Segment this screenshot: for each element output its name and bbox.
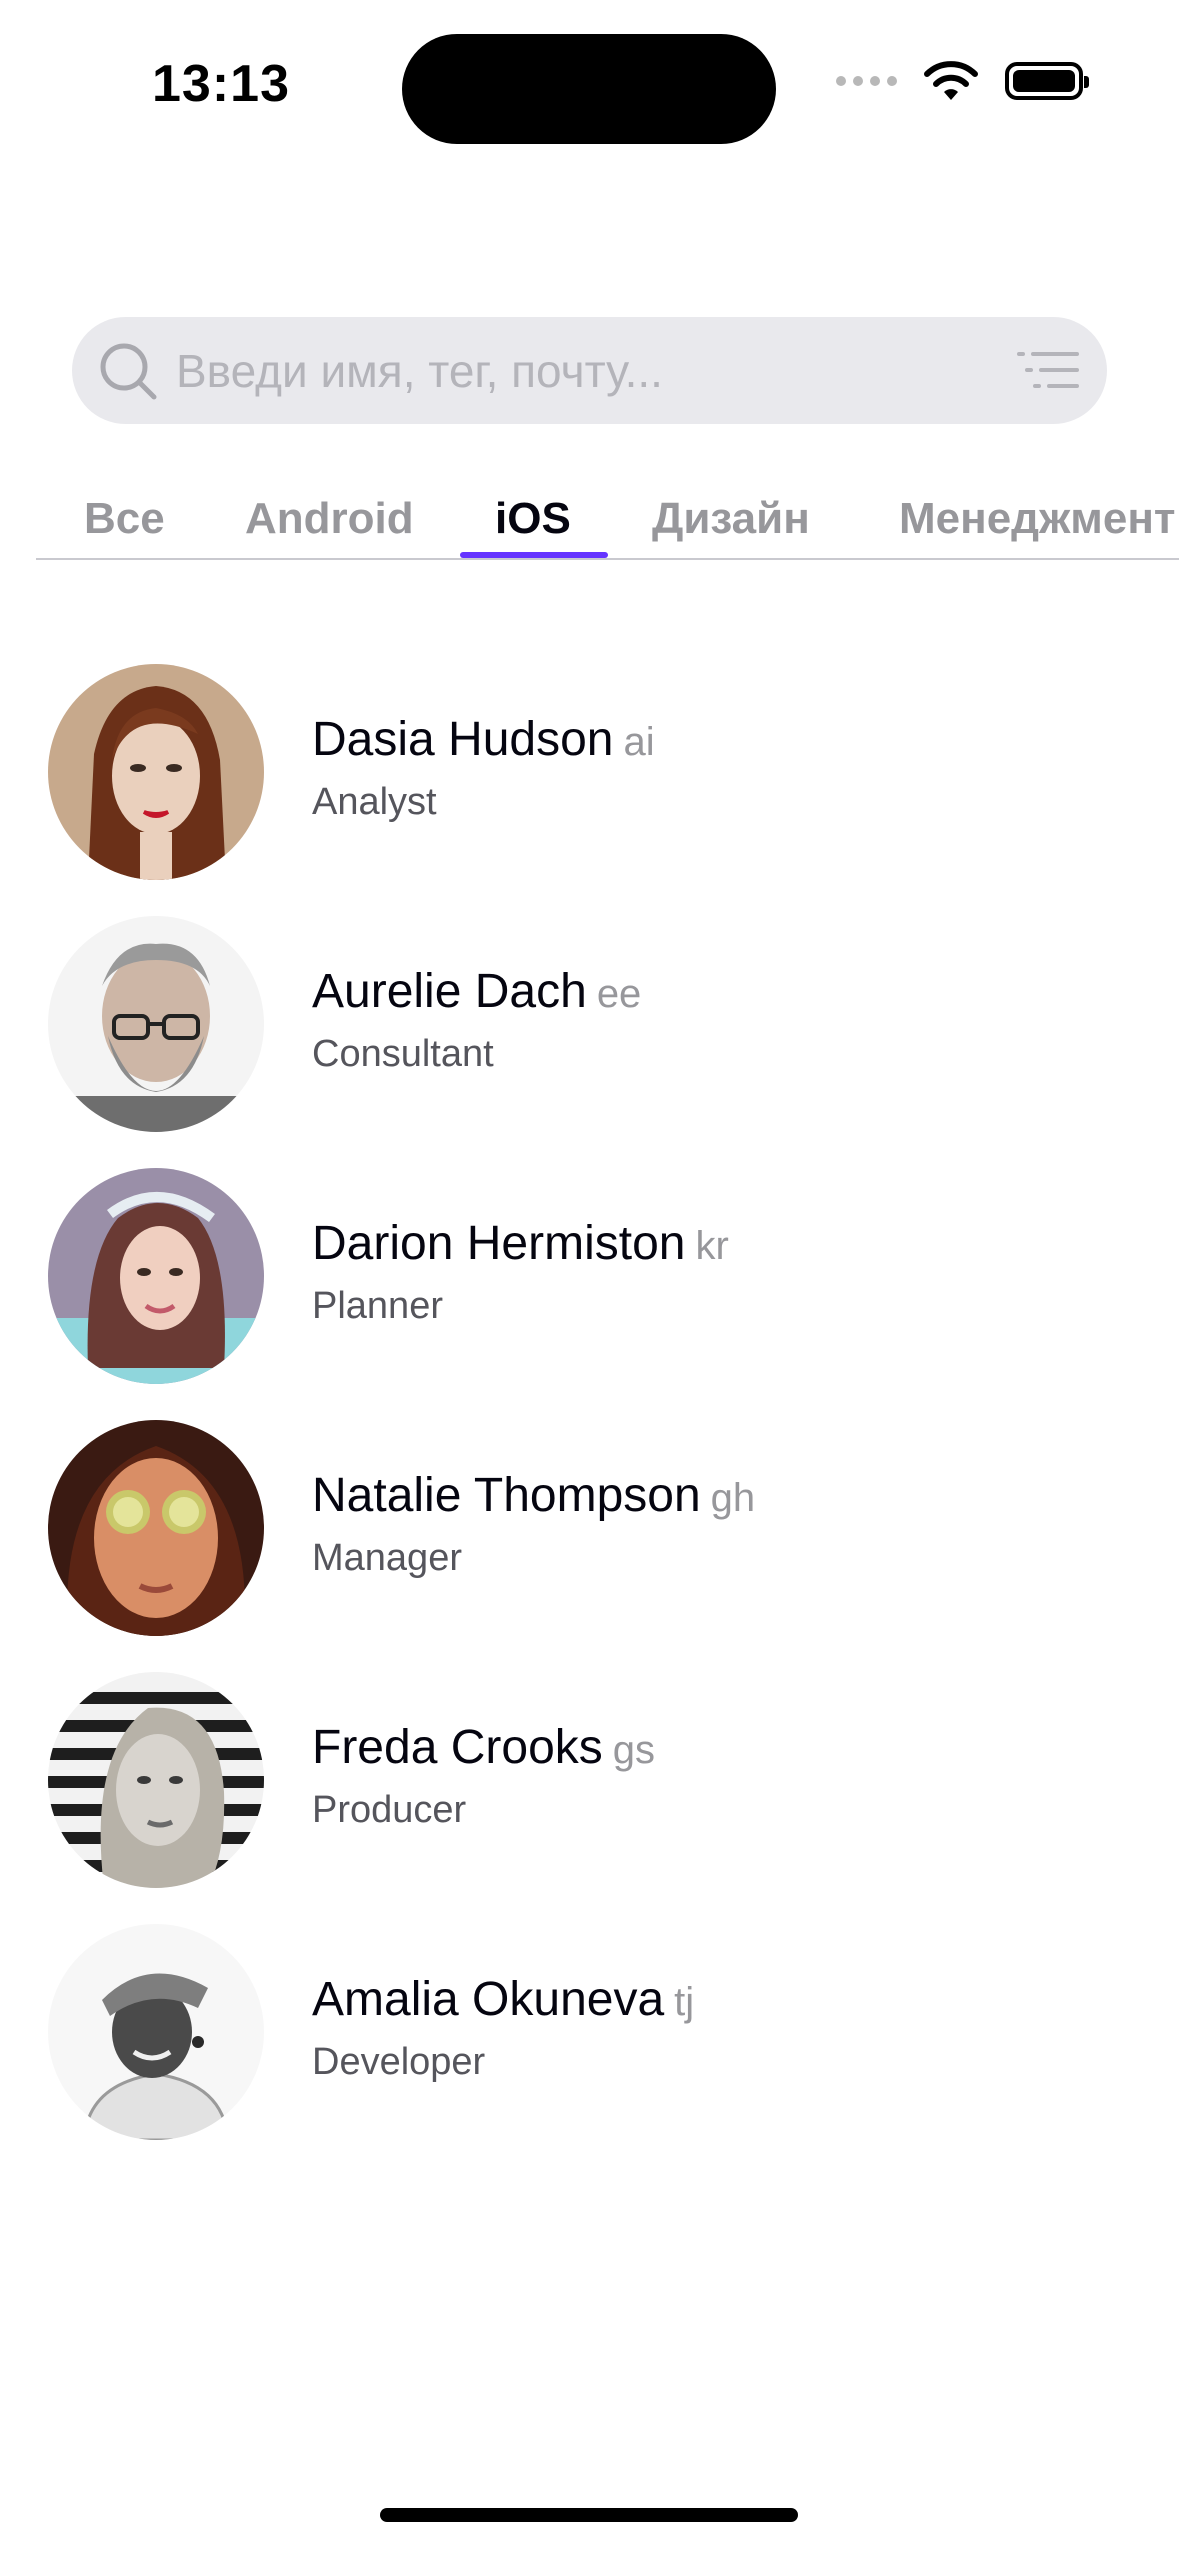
category-tabs: Все Android iOS Дизайн Менеджмент <box>36 480 1179 560</box>
person-name: Natalie Thompson <box>312 1469 701 1522</box>
list-item[interactable]: Darion Hermiston kr Planner <box>0 1164 1179 1416</box>
list-item[interactable]: Dasia Hudson ai Analyst <box>0 660 1179 912</box>
dynamic-island <box>402 34 776 144</box>
search-input[interactable] <box>176 343 956 398</box>
tab-management[interactable]: Менеджмент <box>899 494 1175 544</box>
status-time: 13:13 <box>152 55 290 113</box>
people-list: Dasia Hudson ai Analyst Aurelie Dach ee … <box>0 660 1179 2172</box>
list-item[interactable]: Natalie Thompson gh Manager <box>0 1416 1179 1668</box>
search-bar[interactable] <box>72 317 1107 424</box>
person-position: Planner <box>312 1285 443 1327</box>
person-name: Dasia Hudson <box>312 713 614 766</box>
list-item[interactable]: Aurelie Dach ee Consultant <box>0 912 1179 1164</box>
person-name: Darion Hermiston <box>312 1217 686 1270</box>
avatar <box>48 664 264 880</box>
person-tag: ai <box>623 720 655 764</box>
cellular-signal-icon <box>836 76 897 86</box>
list-item[interactable]: Freda Crooks gs Producer <box>0 1668 1179 1920</box>
person-tag: gh <box>710 1476 756 1520</box>
tab-design[interactable]: Дизайн <box>652 494 810 544</box>
person-position: Producer <box>312 1789 467 1831</box>
list-item[interactable]: Amalia Okuneva tj Developer <box>0 1920 1179 2172</box>
avatar <box>48 1420 264 1636</box>
person-name: Aurelie Dach <box>312 965 587 1018</box>
person-tag: kr <box>695 1224 729 1268</box>
avatar <box>48 1168 264 1384</box>
battery-icon <box>1005 62 1089 100</box>
status-indicators <box>836 60 1089 102</box>
person-tag: ee <box>596 972 642 1016</box>
person-name: Amalia Okuneva <box>312 1973 665 2026</box>
person-position: Consultant <box>312 1033 494 1075</box>
person-position: Manager <box>312 1537 462 1579</box>
person-position: Developer <box>312 2041 486 2083</box>
wifi-icon <box>924 61 978 100</box>
tab-android[interactable]: Android <box>245 494 414 544</box>
search-icon <box>100 343 157 399</box>
tab-ios[interactable]: iOS <box>495 494 571 544</box>
person-name: Freda Crooks <box>312 1721 603 1774</box>
avatar <box>48 1924 264 2140</box>
person-tag: tj <box>674 1980 695 2024</box>
avatar <box>48 916 264 1132</box>
person-position: Analyst <box>312 781 437 823</box>
avatar <box>48 1672 264 1888</box>
person-tag: gs <box>612 1728 656 1772</box>
home-indicator[interactable] <box>380 2508 798 2522</box>
filter-list-icon[interactable] <box>1015 346 1081 396</box>
tab-all[interactable]: Все <box>84 494 165 544</box>
active-tab-indicator <box>460 552 608 558</box>
screen: 13:13 Все Android iOS Диз <box>0 0 1179 2556</box>
